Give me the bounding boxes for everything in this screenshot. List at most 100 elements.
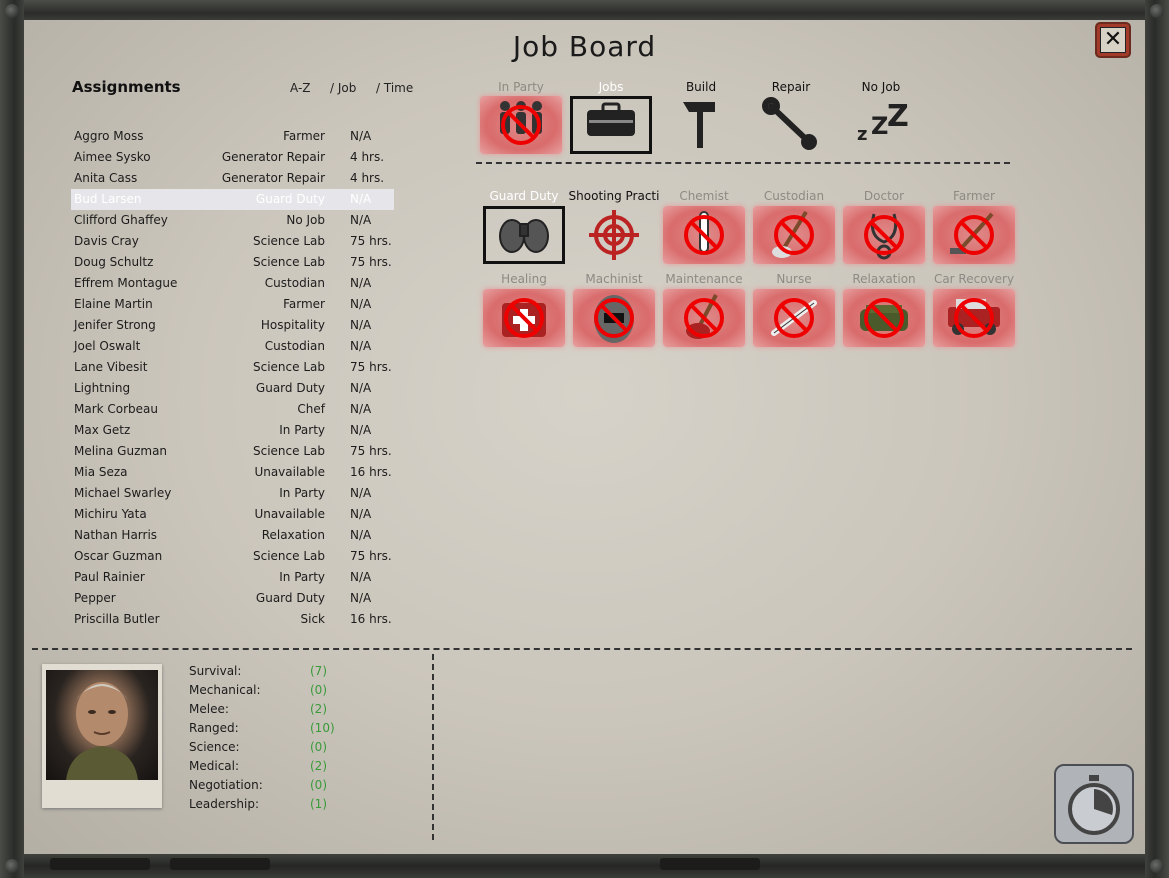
job-tile-no-job[interactable]: zZZ <box>840 96 922 154</box>
job-tile-guard-duty[interactable] <box>483 206 565 264</box>
screw-icon <box>1150 4 1164 18</box>
close-button[interactable]: ✕ <box>1097 24 1129 56</box>
survivor-name: Clifford Ghaffey <box>74 213 168 227</box>
list-item[interactable]: Paul Rainier In Party N/A <box>71 567 394 588</box>
survivor-job: Farmer <box>283 297 325 311</box>
list-item[interactable]: Aimee Sysko Generator Repair 4 hrs. <box>71 147 394 168</box>
list-item[interactable]: Elaine Martin Farmer N/A <box>71 294 394 315</box>
stat-value: (10) <box>310 721 335 735</box>
job-label: In Party <box>498 80 544 94</box>
divider <box>32 648 1132 650</box>
job-tile-machinist[interactable] <box>573 289 655 347</box>
stat-value: (0) <box>310 740 327 754</box>
job-tile-nurse[interactable] <box>753 289 835 347</box>
survivor-job: Custodian <box>264 339 325 353</box>
svg-text:z: z <box>857 124 867 145</box>
list-item[interactable]: Jenifer Strong Hospitality N/A <box>71 315 394 336</box>
job-tile-doctor[interactable] <box>843 206 925 264</box>
survivor-time: 4 hrs. <box>350 150 385 164</box>
survivor-job: In Party <box>279 570 325 584</box>
survivor-job: Guard Duty <box>255 591 325 605</box>
job-tile-shooting-practi[interactable] <box>573 206 655 264</box>
survivor-name: Michiru Yata <box>74 507 147 521</box>
list-item[interactable]: Oscar Guzman Science Lab 75 hrs. <box>71 546 394 567</box>
survivor-time: 75 hrs. <box>350 255 392 269</box>
list-item[interactable]: Lightning Guard Duty N/A <box>71 378 394 399</box>
list-item[interactable]: Bud Larsen Guard Duty N/A <box>71 189 394 210</box>
survivor-time: N/A <box>350 486 372 500</box>
list-item[interactable]: Davis Cray Science Lab 75 hrs. <box>71 231 394 252</box>
job-tile-maintenance[interactable] <box>663 289 745 347</box>
bottom-tab[interactable] <box>50 858 150 870</box>
job-tile-relaxation[interactable] <box>843 289 925 347</box>
time-skip-button[interactable] <box>1054 764 1134 844</box>
survivor-name: Lane Vibesit <box>74 360 148 374</box>
survivor-name: Lightning <box>74 381 131 395</box>
svg-text:Z: Z <box>887 99 909 134</box>
list-item[interactable]: Max Getz In Party N/A <box>71 420 394 441</box>
wrench-icon <box>762 97 817 150</box>
job-label: Maintenance <box>665 272 743 286</box>
stat-name: Melee: <box>189 702 229 716</box>
hoe-icon <box>950 212 994 255</box>
bottom-tab[interactable] <box>170 858 270 870</box>
survivor-name: Pepper <box>74 591 116 605</box>
list-item[interactable]: Michiru Yata Unavailable N/A <box>71 504 394 525</box>
job-tile-chemist[interactable] <box>663 206 745 264</box>
survivor-name: Mark Corbeau <box>74 402 159 416</box>
list-item[interactable]: Aggro Moss Farmer N/A <box>71 126 394 147</box>
list-item[interactable]: Priscilla Butler Sick 16 hrs. <box>71 609 394 630</box>
job-tile-build[interactable] <box>660 96 742 154</box>
job-label: Build <box>685 80 717 94</box>
list-item[interactable]: Lane Vibesit Science Lab 75 hrs. <box>71 357 394 378</box>
survivor-name: Aimee Sysko <box>74 150 151 164</box>
survivor-time: 75 hrs. <box>350 360 392 374</box>
survivor-job: Sick <box>300 612 326 626</box>
list-item[interactable]: Michael Swarley In Party N/A <box>71 483 394 504</box>
list-item[interactable]: Effrem Montague Custodian N/A <box>71 273 394 294</box>
medkit-icon <box>502 298 546 338</box>
job-label: Healing <box>501 272 547 286</box>
job-tile-healing[interactable] <box>483 289 565 347</box>
job-tile-repair[interactable] <box>750 96 832 154</box>
job-label: Doctor <box>863 189 905 203</box>
test-tube-icon <box>684 211 724 255</box>
survivor-time: N/A <box>350 402 372 416</box>
list-item[interactable]: Melina Guzman Science Lab 75 hrs. <box>71 441 394 462</box>
survivor-job: Science Lab <box>253 234 325 248</box>
job-tile-custodian[interactable] <box>753 206 835 264</box>
list-item[interactable]: Clifford Ghaffey No Job N/A <box>71 210 394 231</box>
stat-value: (0) <box>310 683 327 697</box>
list-item[interactable]: Nathan Harris Relaxation N/A <box>71 525 394 546</box>
list-item[interactable]: Joel Oswalt Custodian N/A <box>71 336 394 357</box>
stat-name: Mechanical: <box>189 683 261 697</box>
sort-time-button[interactable]: / Time <box>376 81 413 95</box>
divider <box>476 162 1010 164</box>
list-item[interactable]: Doug Schultz Science Lab 75 hrs. <box>71 252 394 273</box>
assignments-header: Assignments <box>72 78 181 96</box>
survivor-name: Nathan Harris <box>74 528 158 542</box>
job-label: Chemist <box>679 189 729 203</box>
sort-az-button[interactable]: A-Z <box>290 81 311 95</box>
list-item[interactable]: Mark Corbeau Chef N/A <box>71 399 394 420</box>
survivor-name: Oscar Guzman <box>74 549 163 563</box>
stat-value: (0) <box>310 778 327 792</box>
job-tile-jobs[interactable] <box>570 96 652 154</box>
bottom-tab[interactable] <box>660 858 760 870</box>
survivor-job: Relaxation <box>261 528 325 542</box>
job-label: Custodian <box>763 189 825 203</box>
job-tile-farmer[interactable] <box>933 206 1015 264</box>
sort-job-button[interactable]: / Job <box>330 81 356 95</box>
job-tile-in-party[interactable] <box>480 96 562 154</box>
survivor-name: Mia Seza <box>74 465 128 479</box>
list-item[interactable]: Anita Cass Generator Repair 4 hrs. <box>71 168 394 189</box>
survivor-portrait <box>42 664 162 808</box>
list-item[interactable]: Mia Seza Unavailable 16 hrs. <box>71 462 394 483</box>
job-label: No Job <box>861 80 901 94</box>
survivor-time: N/A <box>350 318 372 332</box>
screw-icon <box>1150 859 1164 873</box>
survivor-name: Bud Larsen <box>74 192 142 206</box>
list-item[interactable]: Pepper Guard Duty N/A <box>71 588 394 609</box>
job-label: Repair <box>771 80 811 94</box>
job-tile-car-recovery[interactable] <box>933 289 1015 347</box>
